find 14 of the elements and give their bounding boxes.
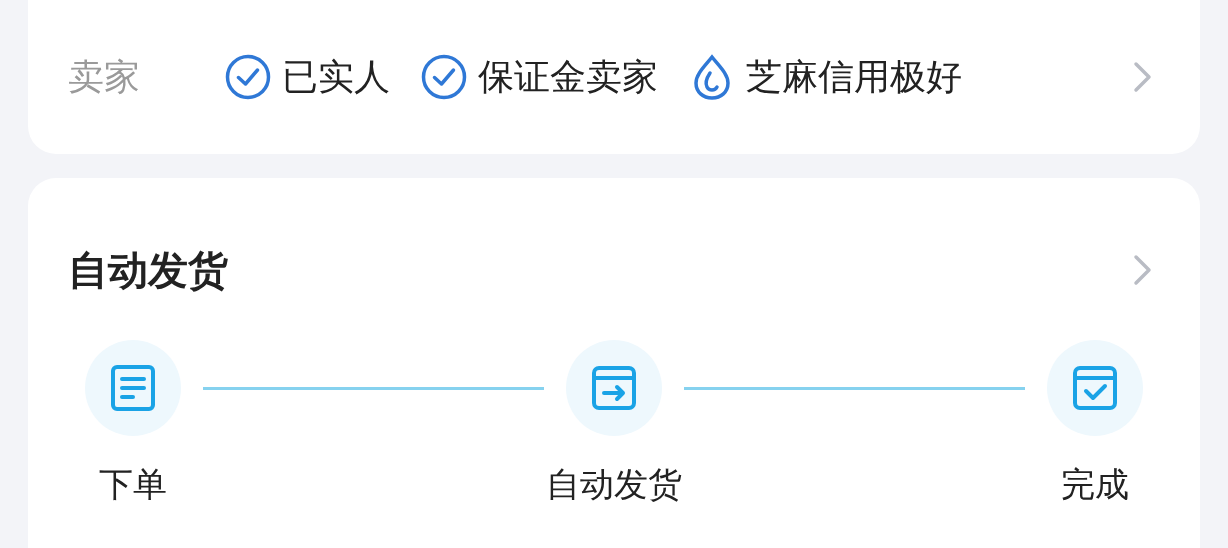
step-label: 完成 bbox=[1061, 463, 1129, 506]
step-label: 自动发货 bbox=[546, 463, 682, 506]
badge-text: 芝麻信用极好 bbox=[746, 54, 962, 99]
section-title: 自动发货 bbox=[68, 245, 228, 295]
badge-text: 已实人 bbox=[282, 54, 390, 99]
check-circle-icon bbox=[420, 53, 468, 101]
box-check-icon bbox=[1071, 364, 1119, 412]
badge-text: 保证金卖家 bbox=[478, 54, 658, 99]
check-circle-icon bbox=[224, 53, 272, 101]
step-label: 下单 bbox=[99, 463, 167, 506]
chevron-right-icon[interactable] bbox=[1132, 253, 1154, 287]
document-icon bbox=[109, 364, 157, 412]
seller-label: 卖家 bbox=[68, 54, 141, 99]
chevron-right-icon[interactable] bbox=[1132, 60, 1154, 94]
